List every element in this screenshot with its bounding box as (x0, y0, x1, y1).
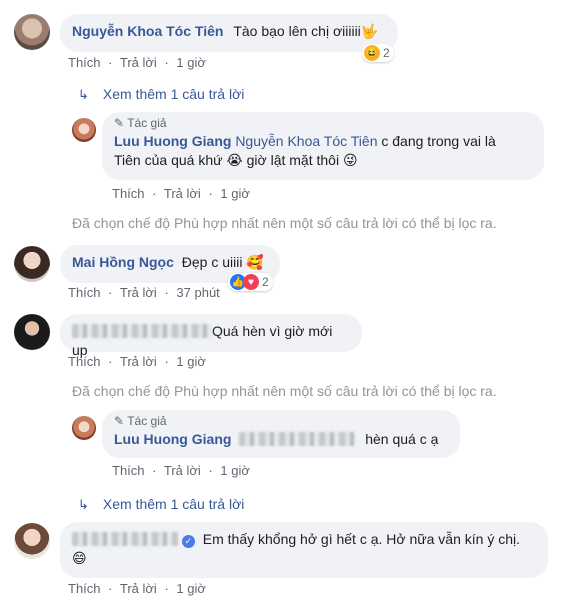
comment-bubble: ✎ Tác giả Luu Huong Giang Nguyễn Khoa Tó… (102, 112, 544, 180)
avatar[interactable] (72, 118, 96, 142)
separator: · (108, 55, 113, 70)
reply-link[interactable]: Trả lời (164, 463, 201, 478)
timestamp[interactable]: 1 giờ (220, 463, 250, 478)
separator: · (164, 55, 169, 70)
winking-tongue-face-icon: 😜 (342, 153, 358, 169)
reply-link[interactable]: Trả lời (120, 354, 157, 369)
comment-text: Em thấy khổng hở gì hết c ạ. Hở nữa vẫn … (202, 531, 521, 547)
separator: · (108, 354, 113, 369)
commenter-name[interactable]: Mai Hồng Ngọc (72, 254, 174, 270)
comment-text: Đẹp c uiiii (181, 254, 247, 270)
comment-actions: Thích · Trả lời · 1 giờ (68, 354, 210, 369)
separator: · (108, 285, 113, 300)
author-badge-label: Tác giả (127, 414, 167, 428)
comment-bubble: Quá hèn vì giờ mới up (60, 314, 362, 358)
comment-actions: Thích · Trả lời · 1 giờ (112, 463, 254, 478)
comment-text: Tào bạo lên chị ơiiiiii (233, 23, 361, 39)
commenter-name[interactable]: Luu Huong Giang (114, 133, 231, 149)
pencil-icon: ✎ (114, 414, 125, 428)
filter-note: Đã chọn chế độ Phù hợp nhất nên một số c… (72, 215, 497, 231)
timestamp[interactable]: 37 phút (176, 285, 219, 300)
reply-link[interactable]: Trả lời (120, 285, 157, 300)
like-link[interactable]: Thích (112, 463, 145, 478)
like-link[interactable]: Thích (112, 186, 145, 201)
like-link[interactable]: Thích (68, 581, 101, 596)
reply-link[interactable]: Trả lời (120, 55, 157, 70)
avatar[interactable] (14, 246, 50, 282)
separator: · (108, 581, 113, 596)
like-link[interactable]: Thích (68, 55, 101, 70)
reply-link[interactable]: Trả lời (164, 186, 201, 201)
comment-bubble: Nguyễn Khoa Tóc Tiên Tào bạo lên chị ơii… (60, 14, 398, 52)
pencil-icon: ✎ (114, 116, 125, 130)
timestamp[interactable]: 1 giờ (176, 581, 206, 596)
comment-text: giờ lật mặt thôi (242, 152, 343, 168)
reply-arrow-icon: ↳ (78, 497, 89, 512)
filter-note: Đã chọn chế độ Phù hợp nhất nên một số c… (72, 383, 497, 399)
reaction-summary[interactable]: 👍 ♥ 2 (228, 273, 273, 291)
haha-icon: 😆 (364, 45, 380, 61)
reply-arrow-icon: ↳ (78, 87, 89, 102)
avatar[interactable] (14, 523, 50, 559)
reaction-count: 2 (262, 275, 269, 289)
like-link[interactable]: Thích (68, 354, 101, 369)
comment-bubble: ✓ Em thấy khổng hở gì hết c ạ. Hở nữa vẫ… (60, 522, 548, 578)
separator: · (208, 186, 213, 201)
timestamp[interactable]: 1 giờ (176, 354, 206, 369)
separator: · (164, 581, 169, 596)
separator: · (152, 463, 157, 478)
comment-text: Tiên của quá khứ (114, 152, 227, 168)
reply-link[interactable]: Trả lời (120, 581, 157, 596)
blurred-name[interactable] (72, 532, 178, 546)
timestamp[interactable]: 1 giờ (220, 186, 250, 201)
author-badge-label: Tác giả (127, 116, 167, 130)
view-more-label: Xem thêm 1 câu trả lời (102, 86, 245, 102)
comment-actions: Thích · Trả lời · 1 giờ (68, 581, 210, 596)
reaction-summary[interactable]: 😆 2 (362, 44, 394, 62)
separator: · (164, 285, 169, 300)
comment-actions: Thích · Trả lời · 1 giờ (112, 186, 254, 201)
timestamp[interactable]: 1 giờ (176, 55, 206, 70)
avatar[interactable] (72, 416, 96, 440)
author-badge: ✎ Tác giả (114, 414, 448, 428)
grinning-face-icon: 😄 (72, 551, 87, 567)
blurred-mention[interactable] (239, 432, 356, 446)
comment-bubble: ✎ Tác giả Luu Huong Giang hèn quá c ạ (102, 410, 460, 458)
avatar[interactable] (14, 314, 50, 350)
blurred-name[interactable] (72, 324, 212, 338)
love-reaction-icon: ♥ (243, 274, 259, 290)
reaction-count: 2 (383, 46, 390, 60)
like-link[interactable]: Thích (68, 285, 101, 300)
view-more-replies[interactable]: ↳ Xem thêm 1 câu trả lời (78, 86, 244, 103)
comment-text: c đang trong vai là (377, 133, 496, 149)
avatar[interactable] (14, 14, 50, 50)
verified-badge-icon: ✓ (181, 535, 195, 548)
comment-actions: Thích · Trả lời · 37 phút (68, 285, 224, 300)
view-more-replies[interactable]: ↳ Xem thêm 1 câu trả lời (78, 496, 244, 513)
commenter-name[interactable]: Luu Huong Giang (114, 431, 231, 447)
mention-link[interactable]: Nguyễn Khoa Tóc Tiên (235, 133, 377, 149)
crying-face-icon: 😭 (226, 153, 243, 169)
separator: · (208, 463, 213, 478)
commenter-name[interactable]: Nguyễn Khoa Tóc Tiên (72, 23, 223, 39)
separator: · (164, 354, 169, 369)
separator: · (152, 186, 157, 201)
view-more-label: Xem thêm 1 câu trả lời (102, 496, 245, 512)
comment-text: hèn quá c ạ (365, 431, 439, 447)
rock-hand-icon: 🤟 (360, 24, 379, 40)
smiling-face-hearts-icon: 🥰 (246, 255, 264, 271)
comment-actions: Thích · Trả lời · 1 giờ (68, 55, 210, 70)
author-badge: ✎ Tác giả (114, 116, 532, 130)
